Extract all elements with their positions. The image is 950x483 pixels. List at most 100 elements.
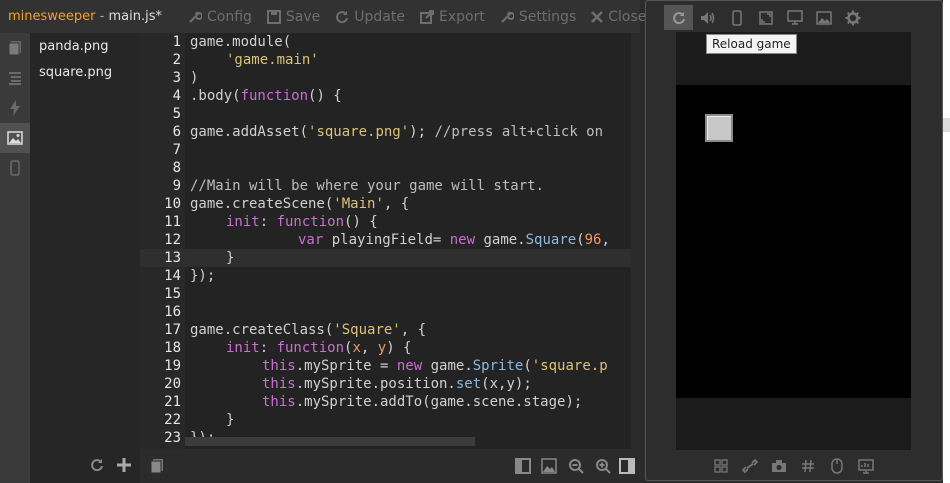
screenshot-button[interactable] [809, 5, 838, 30]
code-token: () { [308, 88, 342, 104]
file-item-panda[interactable]: panda.png [30, 34, 140, 60]
code-token: this [262, 394, 296, 410]
refresh-icon[interactable] [90, 458, 104, 472]
display-icon [857, 458, 874, 474]
code-line[interactable]: 12 var playingField= new game.Square(96, [140, 231, 631, 249]
split-left-icon[interactable] [515, 458, 531, 474]
code-line[interactable]: 9 //Main will be where your game will sta… [140, 177, 631, 195]
code-text: this.mySprite = new game.Sprite('square.… [262, 357, 608, 375]
code-line[interactable]: 22} [140, 411, 631, 429]
camera-button[interactable] [764, 456, 793, 476]
code-token: game. [422, 358, 473, 374]
code-token: , [601, 232, 610, 248]
code-token: game.addAsset( [190, 124, 309, 140]
code-line[interactable]: 19 this.mySprite = new game.Sprite('squar… [140, 357, 631, 375]
code-line[interactable]: 20 this.mySprite.position.set(x,y); [140, 375, 631, 393]
code-token: var [298, 232, 324, 248]
preview-toolbar [664, 5, 867, 30]
rail-plugins-button[interactable] [0, 93, 30, 123]
close-icon [591, 10, 604, 23]
code-line[interactable]: 10 game.createScene('Main', { [140, 195, 631, 213]
reload-game-button[interactable] [664, 5, 693, 30]
preview-settings-button[interactable] [838, 5, 867, 30]
link-button[interactable] [735, 456, 764, 476]
code-line[interactable]: 2 'game.main' [140, 51, 631, 69]
code-line[interactable]: 21 this.mySprite.addTo(game.scene.stage); [140, 393, 631, 411]
update-button[interactable]: Update [335, 9, 405, 25]
panel-divider[interactable] [631, 33, 645, 449]
code-line[interactable]: 3) [140, 69, 631, 87]
code-line[interactable]: 16 [140, 303, 631, 321]
hash-button[interactable] [793, 456, 822, 476]
rail-device-button[interactable] [0, 153, 30, 183]
fullscreen-button[interactable] [751, 5, 780, 30]
line-number: 23 [164, 430, 181, 446]
line-number: 15 [164, 286, 181, 302]
code-line[interactable]: 18 init: function(x, y) { [140, 339, 631, 357]
image-view-icon[interactable] [541, 458, 557, 474]
game-preview-panel: Reload game [645, 0, 943, 481]
code-line[interactable]: 11 init: function() { [140, 213, 631, 231]
line-number: 9 [172, 178, 181, 194]
device-button[interactable] [722, 5, 751, 30]
mouse-icon [830, 458, 843, 474]
rail-files-button[interactable] [0, 33, 30, 63]
rail-assets-button[interactable] [0, 123, 30, 153]
code-line[interactable]: 6 game.addAsset('square.png'); //press al… [140, 123, 631, 141]
mouse-button[interactable] [822, 456, 851, 476]
line-number: 8 [172, 160, 181, 176]
reload-icon [672, 11, 685, 24]
list-tree-icon [9, 72, 21, 85]
display-button[interactable] [851, 456, 880, 476]
export-button[interactable]: Export [419, 9, 485, 25]
project-name[interactable]: minesweeper [8, 9, 96, 24]
code-line[interactable]: 8 [140, 159, 631, 177]
split-right-icon[interactable] [619, 458, 635, 474]
config-button[interactable]: Config [188, 9, 252, 25]
close-button[interactable]: Close [591, 9, 646, 25]
code-line[interactable]: 7 [140, 141, 631, 159]
sound-button[interactable] [693, 5, 722, 30]
line-number: 18 [164, 340, 181, 356]
code-token: playingField= [323, 232, 450, 248]
code-token: 'Square' [333, 322, 401, 338]
settings-label: Settings [518, 8, 577, 25]
add-icon[interactable] [116, 457, 132, 473]
page-scrollbar-thumb[interactable] [943, 118, 950, 132]
zoom-out-icon[interactable] [568, 458, 584, 474]
save-icon [266, 9, 281, 24]
code-line[interactable]: 17 game.createClass('Square', { [140, 321, 631, 339]
zoom-in-icon[interactable] [595, 458, 611, 474]
grid-icon [713, 459, 728, 473]
file-item-square[interactable]: square.png [30, 60, 140, 86]
code-line[interactable]: 5 [140, 105, 631, 123]
code-line[interactable]: 4 .body(function() { [140, 87, 631, 105]
code-token: function [240, 88, 309, 104]
settings-button[interactable]: Settings [500, 9, 576, 25]
line-number: 5 [172, 106, 181, 122]
code-line[interactable]: 14}); [140, 267, 631, 285]
grid-button[interactable] [706, 456, 735, 476]
horizontal-scrollbar[interactable] [185, 437, 475, 446]
duplicate-icon[interactable] [150, 458, 164, 474]
gear-icon [845, 10, 860, 25]
game-canvas[interactable] [676, 85, 911, 398]
code-editor[interactable]: 1 game.module(2'game.main' 3) 4 .body(functi… [140, 33, 631, 449]
line-number: 10 [164, 196, 181, 212]
code-token: init [226, 340, 260, 356]
wrench-icon [189, 10, 202, 23]
monitor-button[interactable] [780, 5, 809, 30]
code-line[interactable]: 13} [140, 249, 631, 267]
left-rail [0, 33, 30, 483]
save-button[interactable]: Save [266, 9, 320, 25]
code-text: game.createScene('Main', { [190, 195, 409, 213]
code-token: Square [525, 232, 577, 248]
code-line[interactable]: 1 game.module( [140, 33, 631, 51]
code-token: } [226, 250, 235, 266]
asset-file-list: panda.png square.png [30, 33, 140, 483]
rail-scenes-button[interactable] [0, 63, 30, 93]
code-token: }); [190, 268, 216, 284]
code-text: this.mySprite.position.set(x,y); [262, 375, 532, 393]
game-viewport[interactable] [676, 32, 911, 450]
code-line[interactable]: 15 [140, 285, 631, 303]
